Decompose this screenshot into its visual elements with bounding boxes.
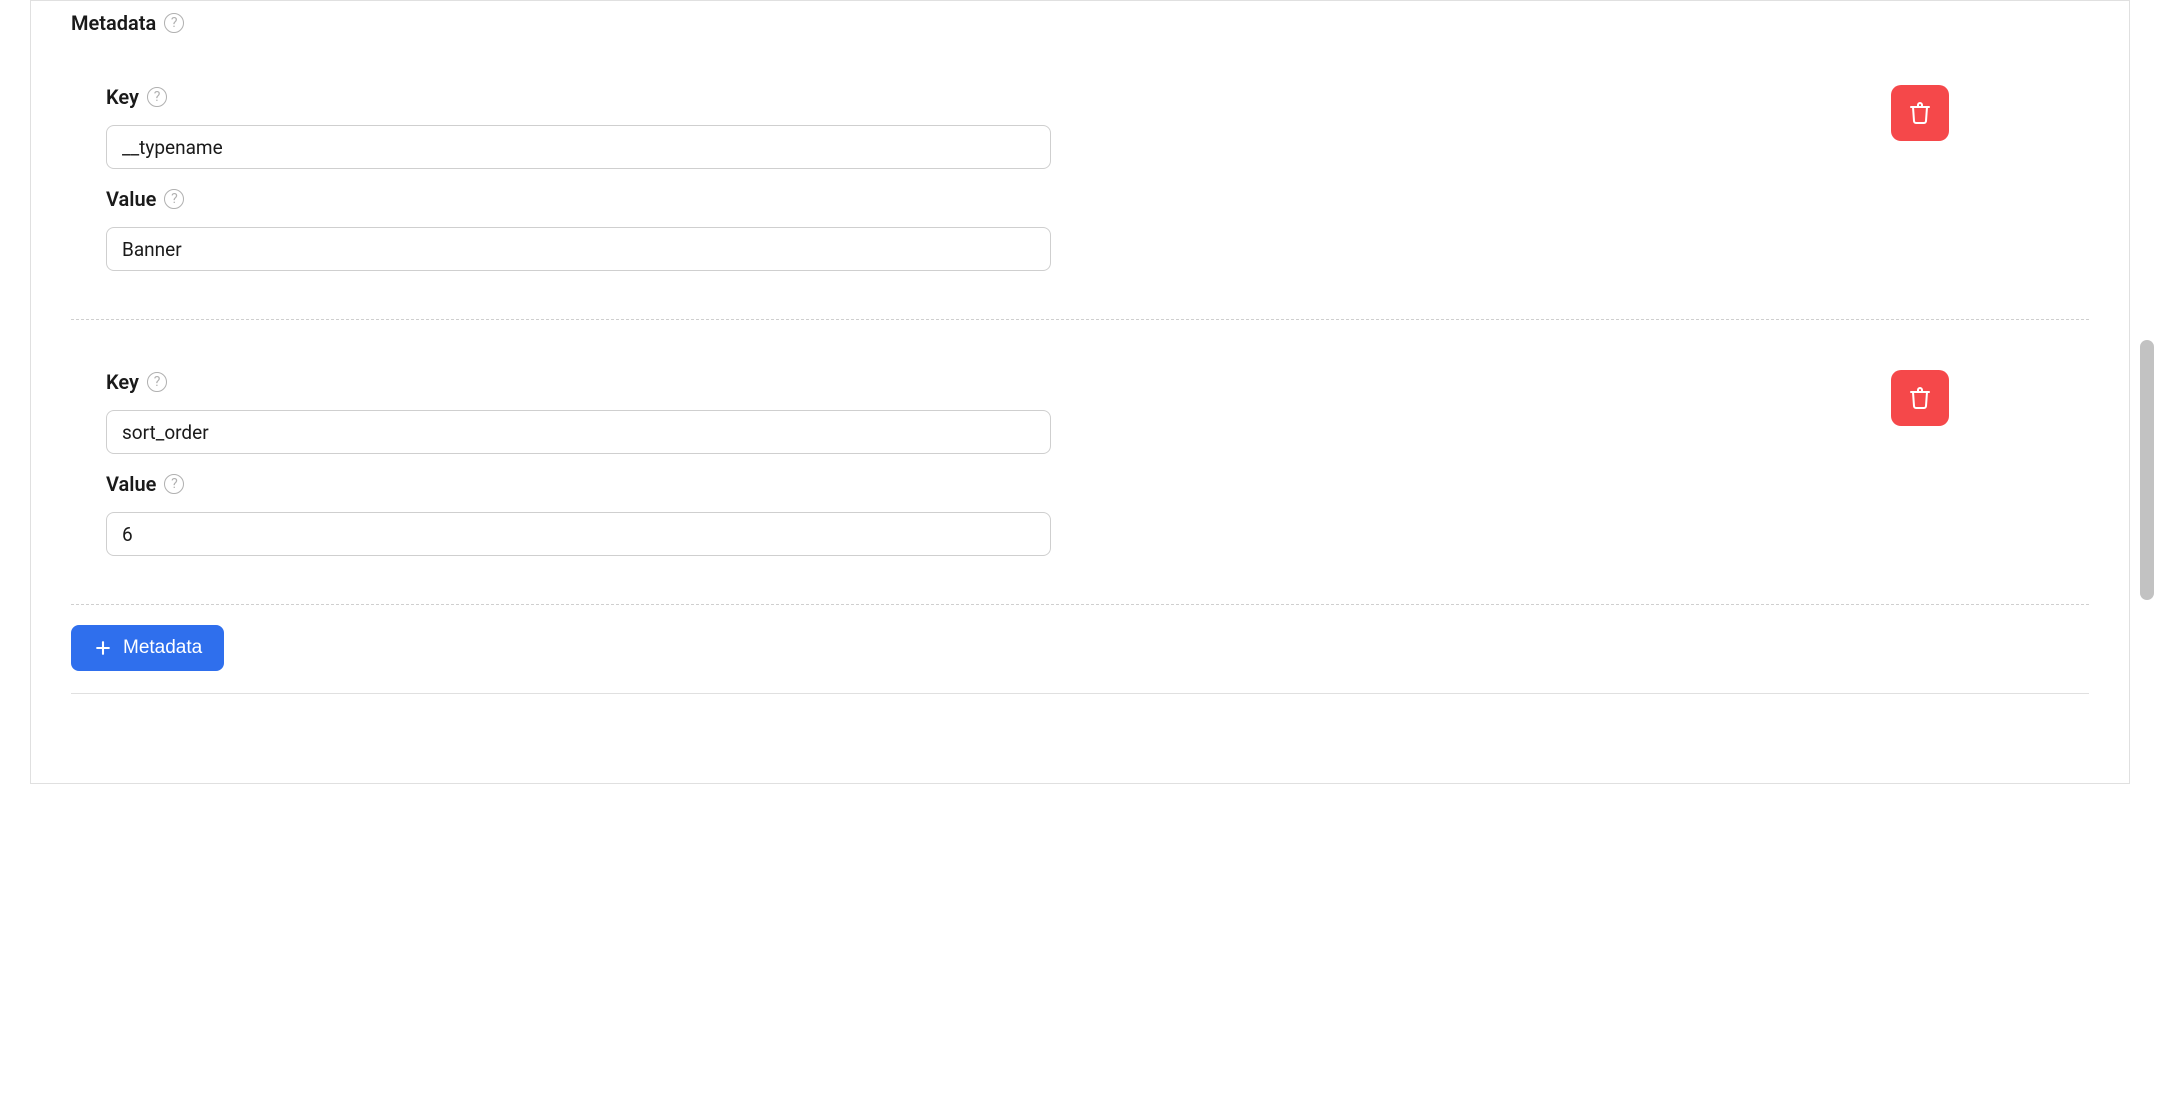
- key-label: Key ?: [106, 85, 2089, 109]
- metadata-list: Key ? Value ?: [31, 35, 2129, 605]
- trash-icon: [1908, 386, 1932, 410]
- key-input[interactable]: [106, 125, 1051, 169]
- add-metadata-button[interactable]: Metadata: [71, 625, 224, 671]
- key-input[interactable]: [106, 410, 1051, 454]
- help-icon[interactable]: ?: [147, 87, 167, 107]
- trash-icon: [1908, 101, 1932, 125]
- help-icon[interactable]: ?: [147, 372, 167, 392]
- value-label-text: Value: [106, 472, 156, 496]
- value-field-group: Value ?: [71, 187, 2089, 271]
- value-label: Value ?: [106, 472, 2089, 496]
- scrollbar-thumb[interactable]: [2140, 340, 2154, 600]
- metadata-row: Key ? Value ?: [71, 320, 2089, 605]
- help-icon[interactable]: ?: [164, 474, 184, 494]
- value-input[interactable]: [106, 512, 1051, 556]
- add-button-label: Metadata: [123, 637, 202, 659]
- form-panel: Metadata ? Key ? Value: [30, 0, 2130, 784]
- delete-button[interactable]: [1891, 85, 1949, 141]
- value-input[interactable]: [106, 227, 1051, 271]
- key-field-group: Key ?: [71, 85, 2089, 169]
- plus-icon: [93, 638, 113, 658]
- help-icon[interactable]: ?: [164, 189, 184, 209]
- metadata-section-header: Metadata ?: [31, 1, 2129, 35]
- metadata-row: Key ? Value ?: [71, 35, 2089, 320]
- key-label-text: Key: [106, 85, 139, 109]
- key-label-text: Key: [106, 370, 139, 394]
- help-icon[interactable]: ?: [164, 13, 184, 33]
- delete-button[interactable]: [1891, 370, 1949, 426]
- value-label: Value ?: [106, 187, 2089, 211]
- scrollbar[interactable]: [2140, 0, 2154, 1099]
- section-title: Metadata: [71, 11, 156, 35]
- value-field-group: Value ?: [71, 472, 2089, 556]
- key-label: Key ?: [106, 370, 2089, 394]
- key-field-group: Key ?: [71, 370, 2089, 454]
- divider: [71, 693, 2089, 694]
- value-label-text: Value: [106, 187, 156, 211]
